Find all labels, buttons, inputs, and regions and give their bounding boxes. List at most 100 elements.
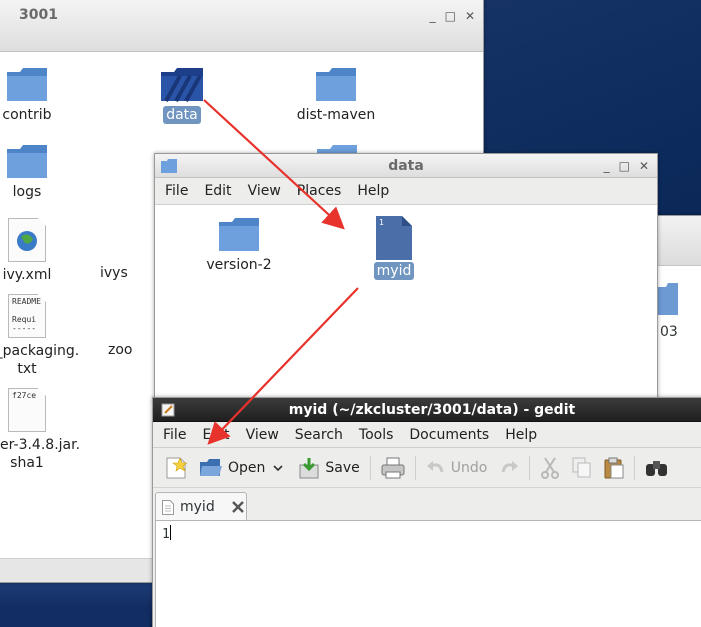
save-icon	[299, 457, 319, 478]
tab-strip: myid	[153, 488, 701, 521]
chevron-down-icon[interactable]	[270, 460, 286, 476]
menu-search[interactable]: Search	[287, 422, 351, 447]
xml-file-icon	[8, 218, 46, 262]
menu-help[interactable]: Help	[497, 422, 545, 447]
window-title: 3001	[19, 7, 58, 23]
gedit-window[interactable]: myid (~/zkcluster/3001/data) - gedit Fil…	[152, 397, 701, 627]
file-label: 03	[660, 324, 678, 340]
save-label: Save	[325, 459, 360, 476]
folder-item[interactable]: version-2	[179, 216, 299, 274]
text-file-icon: README Requi -----	[8, 294, 46, 338]
file-item[interactable]: ivy.xml	[0, 218, 87, 284]
folder-item[interactable]: dist-maven	[276, 66, 396, 124]
cut-icon	[541, 456, 560, 479]
folder-icon	[658, 283, 678, 315]
open-folder-icon	[200, 458, 222, 476]
tab-label: myid	[180, 499, 215, 515]
file-label: eeper-3.4.8.jar.sha1	[0, 437, 81, 471]
toolbar-separator	[369, 455, 371, 480]
open-label: Open	[228, 459, 266, 476]
menu-places[interactable]: Places	[289, 178, 350, 204]
menu-file[interactable]: File	[155, 422, 194, 447]
desktop-background-stripe	[0, 605, 150, 627]
maximize-button[interactable]: □	[619, 154, 630, 178]
save-button[interactable]: Save	[292, 457, 365, 479]
tab-myid[interactable]: myid	[155, 492, 247, 521]
file-item[interactable]: ivys	[97, 264, 157, 282]
folder-icon	[161, 159, 177, 173]
window-title: data	[388, 158, 424, 174]
svg-text:1: 1	[379, 218, 384, 227]
folder-icon	[219, 218, 259, 251]
cut-button[interactable]	[534, 456, 566, 479]
maximize-button[interactable]: □	[445, 9, 456, 23]
find-button[interactable]	[639, 458, 675, 478]
editor-content: 1	[162, 527, 170, 542]
undo-icon	[426, 460, 444, 472]
file-label: zoo	[108, 342, 133, 358]
background-window[interactable]: 03	[655, 215, 701, 415]
minimize-button[interactable]: _	[430, 9, 436, 23]
folder-icon	[161, 68, 203, 102]
file-manager-window-data[interactable]: data _ □ ✕ File Edit View Places Help ve…	[154, 153, 658, 403]
file-label: ME_packaging.txt	[0, 343, 80, 377]
file-label: myid	[373, 262, 415, 280]
copy-button[interactable]	[566, 457, 598, 479]
copy-icon	[572, 457, 591, 477]
menu-help[interactable]: Help	[349, 178, 397, 204]
window-titlebar[interactable]: 3001 _ □ ✕	[0, 0, 483, 52]
toolbar-separator	[414, 455, 416, 480]
folder-label: version-2	[206, 257, 272, 273]
paste-icon	[604, 457, 624, 478]
toolbar: Open Save Undo	[153, 448, 701, 488]
toolbar-separator	[529, 455, 531, 480]
minimize-button[interactable]: _	[604, 154, 610, 178]
folder-label: dist-maven	[296, 107, 376, 123]
menu-documents[interactable]: Documents	[401, 422, 497, 447]
print-button[interactable]	[375, 457, 411, 479]
folder-label: logs	[12, 184, 42, 200]
menu-view[interactable]: View	[240, 178, 289, 204]
text-file-icon: f27ce	[8, 388, 46, 432]
file-icon: 1	[376, 216, 412, 260]
window-titlebar[interactable]: data _ □ ✕	[155, 154, 657, 178]
undo-button[interactable]: Undo	[420, 458, 494, 478]
file-item-myid[interactable]: 1 myid	[334, 216, 454, 280]
new-document-button[interactable]	[159, 456, 193, 480]
menu-file[interactable]: File	[157, 178, 196, 204]
text-editor[interactable]: 1	[155, 520, 701, 627]
background-window-titlebar	[656, 216, 701, 266]
folder-icon	[316, 68, 356, 101]
binoculars-icon	[646, 460, 668, 476]
menu-tools[interactable]: Tools	[351, 422, 402, 447]
menu-bar: File Edit View Search Tools Documents He…	[153, 422, 701, 448]
text-caret	[169, 525, 171, 540]
print-icon	[381, 457, 405, 478]
close-button[interactable]: ✕	[465, 9, 475, 23]
file-item[interactable]: README Requi ----- ME_packaging.txt	[0, 294, 87, 378]
redo-button[interactable]	[493, 458, 525, 478]
menu-edit[interactable]: Edit	[194, 422, 237, 447]
window-titlebar[interactable]: myid (~/zkcluster/3001/data) - gedit	[153, 398, 701, 422]
paste-button[interactable]	[598, 457, 630, 479]
folder-item-data[interactable]: data	[122, 66, 242, 124]
folder-label: contrib	[2, 107, 52, 123]
undo-label: Undo	[450, 459, 488, 476]
close-button[interactable]: ✕	[639, 154, 649, 178]
redo-icon	[501, 460, 519, 472]
close-icon[interactable]	[231, 500, 245, 514]
folder-icon	[7, 68, 47, 101]
open-button[interactable]: Open	[193, 458, 292, 478]
menu-view[interactable]: View	[238, 422, 287, 447]
folder-item[interactable]: logs	[0, 143, 87, 201]
file-label: ivy.xml	[2, 267, 52, 283]
document-icon	[162, 499, 174, 515]
folder-label: data	[163, 106, 201, 124]
file-label: ivys	[100, 265, 128, 281]
folder-item[interactable]: contrib	[0, 66, 87, 124]
menu-edit[interactable]: Edit	[196, 178, 239, 204]
folder-icon	[7, 145, 47, 178]
file-item[interactable]: f27ce eeper-3.4.8.jar.sha1	[0, 388, 87, 472]
gedit-app-icon	[161, 403, 175, 417]
new-document-icon	[166, 456, 187, 478]
